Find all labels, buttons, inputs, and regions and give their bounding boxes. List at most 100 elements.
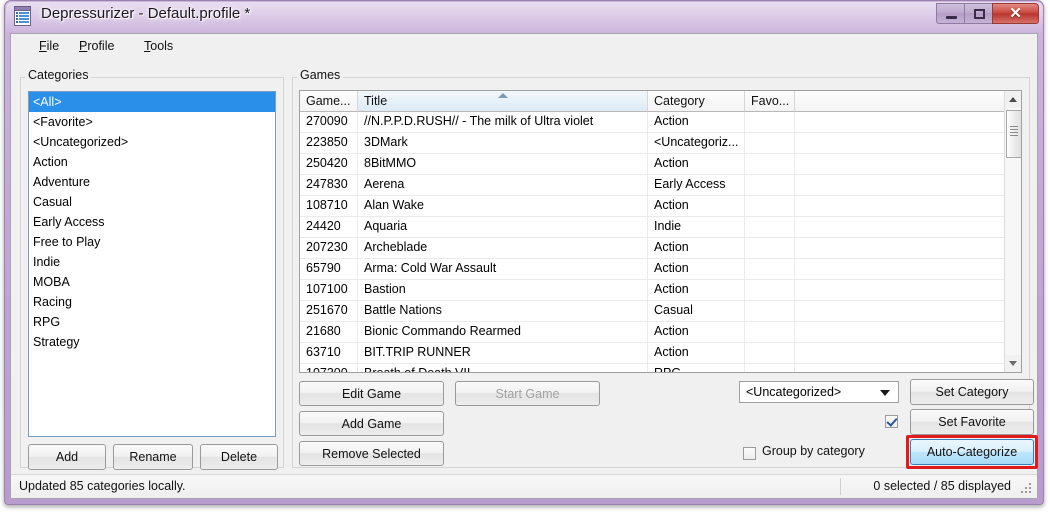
table-row[interactable]: 250420 8BitMMO Action [300,154,1021,175]
list-item[interactable]: <All> [29,92,275,112]
set-category-button[interactable]: Set Category [910,379,1034,405]
column-header-favorite[interactable]: Favo... [745,91,795,112]
add-category-button[interactable]: Add [28,444,106,470]
cell-filler[interactable] [795,364,1005,372]
cell-game-id[interactable]: 251670 [300,301,358,321]
cell-filler[interactable] [795,217,1005,237]
cell-category[interactable]: Casual [648,301,745,321]
scrollbar-thumb[interactable] [1006,110,1021,158]
cell-title[interactable]: BIT.TRIP RUNNER [358,343,648,363]
cell-game-id[interactable]: 250420 [300,154,358,174]
list-item[interactable]: Adventure [29,172,275,192]
cell-game-id[interactable]: 24420 [300,217,358,237]
cell-game-id[interactable]: 247830 [300,175,358,195]
games-table-scrollbar[interactable] [1004,91,1021,372]
cell-filler[interactable] [795,280,1005,300]
table-row[interactable]: 207230 Archeblade Action [300,238,1021,259]
cell-category[interactable]: Action [648,280,745,300]
cell-filler[interactable] [795,259,1005,279]
categories-list[interactable]: <All> <Favorite> <Uncategorized> Action … [28,91,276,437]
start-game-button[interactable]: Start Game [455,381,600,406]
cell-favorite[interactable] [745,238,795,258]
cell-title[interactable]: Bastion [358,280,648,300]
favorite-checkbox[interactable] [885,415,898,428]
rename-category-button[interactable]: Rename [113,444,193,470]
cell-category[interactable]: RPG [648,364,745,372]
list-item[interactable]: <Uncategorized> [29,132,275,152]
cell-title[interactable]: Aquaria [358,217,648,237]
cell-favorite[interactable] [745,364,795,372]
cell-favorite[interactable] [745,343,795,363]
minimize-button[interactable] [936,3,965,24]
cell-title[interactable]: Aerena [358,175,648,195]
cell-favorite[interactable] [745,175,795,195]
menu-tools[interactable]: Tools [136,37,181,55]
cell-title[interactable]: Arma: Cold War Assault [358,259,648,279]
table-row[interactable]: 251670 Battle Nations Casual [300,301,1021,322]
cell-filler[interactable] [795,133,1005,153]
table-row[interactable]: 21680 Bionic Commando Rearmed Action [300,322,1021,343]
cell-filler[interactable] [795,196,1005,216]
cell-favorite[interactable] [745,154,795,174]
list-item[interactable]: Racing [29,292,275,312]
cell-favorite[interactable] [745,259,795,279]
cell-game-id[interactable]: 223850 [300,133,358,153]
games-table[interactable]: Game... Title Category Favo... 270090//N… [299,90,1022,373]
table-row[interactable]: 270090//N.P.P.D.RUSH// - The milk of Ult… [300,112,1021,133]
group-by-category-checkbox[interactable] [743,447,756,460]
maximize-button[interactable] [964,3,993,24]
delete-category-button[interactable]: Delete [200,444,278,470]
cell-filler[interactable] [795,175,1005,195]
remove-selected-button[interactable]: Remove Selected [299,441,444,466]
cell-title[interactable]: Battle Nations [358,301,648,321]
table-row[interactable]: 63710 BIT.TRIP RUNNER Action [300,343,1021,364]
cell-favorite[interactable] [745,301,795,321]
cell-filler[interactable] [795,238,1005,258]
cell-filler[interactable] [795,301,1005,321]
category-combobox[interactable]: <Uncategorized> [739,381,899,403]
cell-filler[interactable] [795,154,1005,174]
cell-game-id[interactable]: 107100 [300,280,358,300]
table-row[interactable]: 65790 Arma: Cold War Assault Action [300,259,1021,280]
cell-category[interactable]: Action [648,112,745,132]
cell-game-id[interactable]: 63710 [300,343,358,363]
column-header-game-id[interactable]: Game... [300,91,358,112]
cell-title[interactable]: Breath of Death VII [358,364,648,372]
cell-filler[interactable] [795,112,1005,132]
table-row[interactable]: 108710 Alan Wake Action [300,196,1021,217]
cell-title[interactable]: Archeblade [358,238,648,258]
cell-category[interactable]: Action [648,154,745,174]
auto-categorize-button[interactable]: Auto-Categorize [910,439,1034,465]
cell-category[interactable]: Action [648,322,745,342]
cell-category[interactable]: Action [648,259,745,279]
edit-game-button[interactable]: Edit Game [299,381,444,406]
list-item[interactable]: RPG [29,312,275,332]
table-row[interactable]: 223850 3DMark <Uncategoriz... [300,133,1021,154]
menu-file[interactable]: File [31,37,67,55]
cell-title[interactable]: //N.P.P.D.RUSH// - The milk of Ultra vio… [358,112,648,132]
add-game-button[interactable]: Add Game [299,411,444,436]
scroll-down-button[interactable] [1005,355,1021,372]
column-header-filler[interactable] [795,91,1005,112]
cell-favorite[interactable] [745,217,795,237]
cell-category[interactable]: Action [648,238,745,258]
cell-favorite[interactable] [745,133,795,153]
cell-game-id[interactable]: 108710 [300,196,358,216]
cell-game-id[interactable]: 65790 [300,259,358,279]
cell-title[interactable]: 3DMark [358,133,648,153]
table-row[interactable]: 107100 Bastion Action [300,280,1021,301]
list-item[interactable]: Free to Play [29,232,275,252]
cell-game-id[interactable]: 270090 [300,112,358,132]
cell-favorite[interactable] [745,196,795,216]
set-favorite-button[interactable]: Set Favorite [910,409,1034,435]
cell-category[interactable]: Indie [648,217,745,237]
list-item[interactable]: Early Access [29,212,275,232]
scroll-up-button[interactable] [1005,91,1021,108]
group-by-category-label[interactable]: Group by category [762,444,865,458]
cell-filler[interactable] [795,322,1005,342]
cell-category[interactable]: Early Access [648,175,745,195]
list-item[interactable]: Casual [29,192,275,212]
table-row[interactable]: 107300 Breath of Death VII RPG [300,364,1021,372]
cell-favorite[interactable] [745,280,795,300]
menu-profile[interactable]: Profile [71,37,122,55]
